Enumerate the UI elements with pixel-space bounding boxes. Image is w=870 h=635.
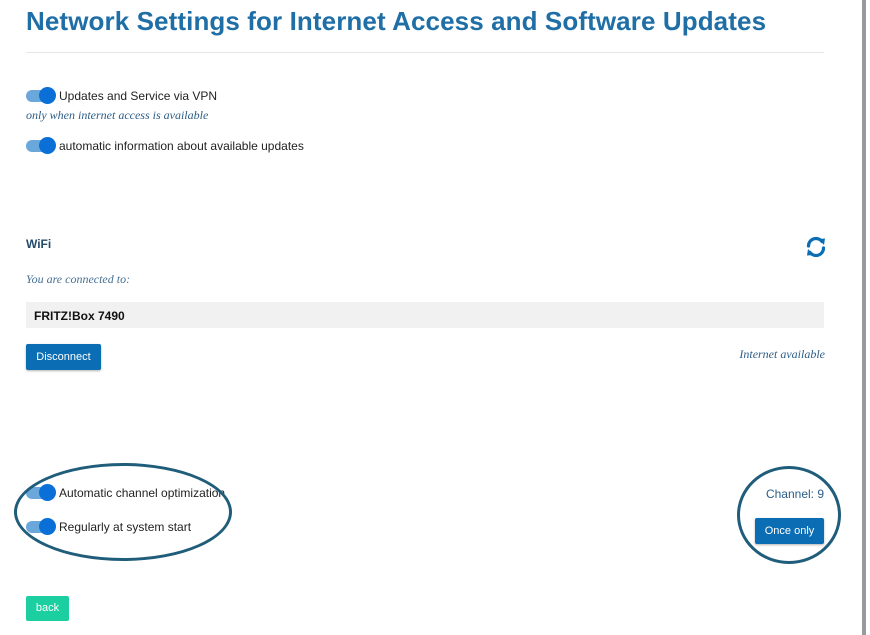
toggle-knob [39,87,56,104]
system-start-label: Regularly at system start [59,520,192,534]
annotation-ellipse-toggles [14,463,232,561]
once-only-button[interactable]: Once only [755,518,824,544]
update-info-label: automatic information about available up… [59,139,304,153]
annotation-ellipse-channel [737,466,841,564]
vpn-updates-note: only when internet access is available [26,108,209,122]
connected-label: You are connected to: [26,272,131,286]
wifi-section-title: WiFi [26,237,52,251]
auto-channel-label: Automatic channel optimization [59,486,226,500]
auto-channel-toggle[interactable] [26,484,56,501]
connected-network-field: FRITZ!Box 7490 [26,302,824,328]
channel-readout: Channel: 9 [765,487,824,501]
settings-page: Network Settings for Internet Access and… [0,0,870,635]
window-edge [862,0,866,635]
toggle-knob [39,518,56,535]
system-start-toggle[interactable] [26,518,56,535]
network-name: FRITZ!Box 7490 [34,309,125,323]
vpn-updates-label: Updates and Service via VPN [59,89,218,103]
toggle-knob [39,137,56,154]
update-info-toggle[interactable] [26,137,56,154]
toggle-knob [39,484,56,501]
page-title: Network Settings for Internet Access and… [26,6,767,36]
internet-status: Internet available [739,347,825,361]
disconnect-button[interactable]: Disconnect [26,344,101,370]
title-divider [26,52,824,53]
back-button[interactable]: back [26,596,69,621]
vpn-updates-toggle[interactable] [26,87,56,104]
refresh-icon[interactable] [804,235,828,259]
